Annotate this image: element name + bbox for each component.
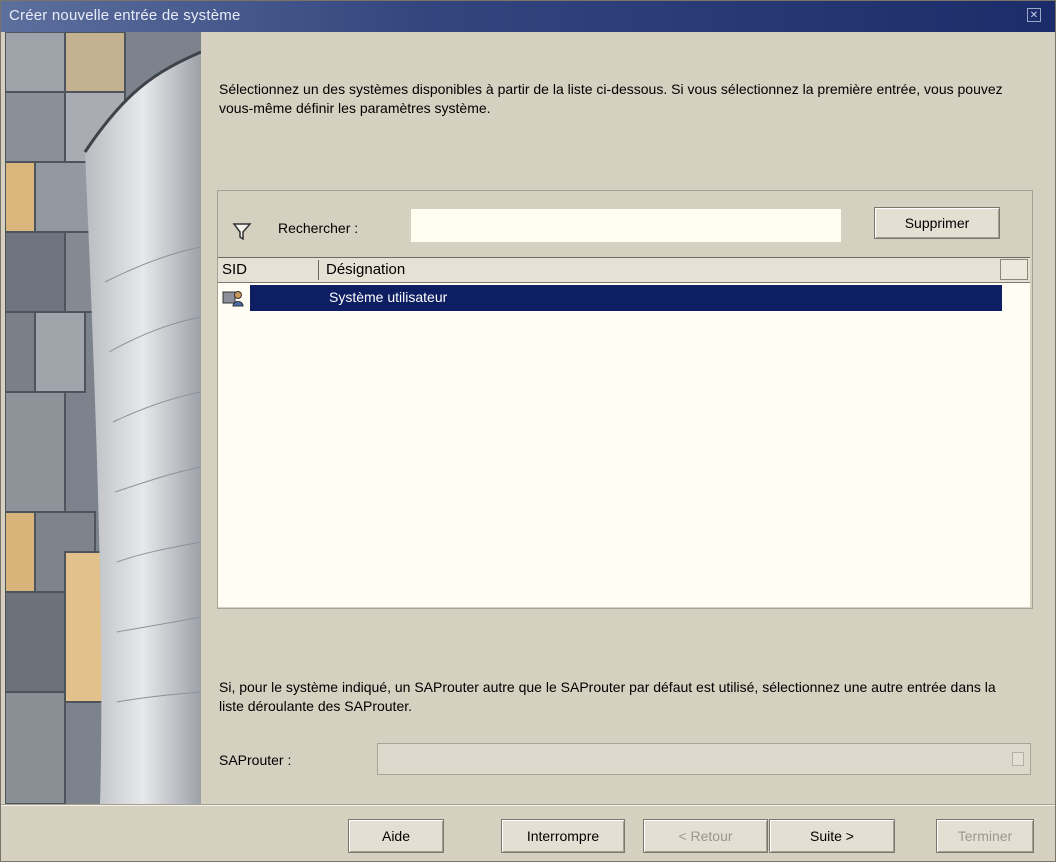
table-row[interactable]: Système utilisateur [218, 285, 1004, 311]
side-banner-graphic [5, 32, 201, 804]
window-title: Créer nouvelle entrée de système [9, 7, 241, 24]
column-header-sid[interactable]: SID [222, 261, 247, 278]
next-button[interactable]: Suite > [769, 819, 895, 853]
column-header-designation[interactable]: Désignation [326, 261, 405, 278]
dropdown-icon[interactable] [1012, 752, 1024, 766]
title-bar: Créer nouvelle entrée de système ✕ [1, 1, 1055, 32]
filter-icon [232, 222, 252, 242]
system-list[interactable]: SID Désignation Système utilisateur [218, 257, 1030, 607]
user-system-icon [222, 289, 244, 307]
back-button[interactable]: < Retour [643, 819, 768, 853]
search-input[interactable] [411, 209, 841, 242]
close-icon[interactable]: ✕ [1027, 8, 1041, 22]
intro-text: Sélectionnez un des systèmes disponibles… [219, 81, 1003, 116]
search-label: Rechercher : [278, 220, 359, 236]
column-chooser-button[interactable] [1000, 259, 1028, 280]
help-button[interactable]: Aide [348, 819, 444, 853]
finish-button[interactable]: Terminer [936, 819, 1034, 853]
row-designation: Système utilisateur [329, 289, 448, 305]
footer-divider-highlight [1, 805, 1055, 806]
list-header: SID Désignation [218, 258, 1030, 283]
side-banner-image [5, 32, 201, 804]
dialog-window: Créer nouvelle entrée de système ✕ Sélec… [0, 0, 1056, 862]
column-divider[interactable] [318, 260, 319, 280]
cancel-button[interactable]: Interrompre [501, 819, 625, 853]
saprouter-dropdown[interactable] [377, 743, 1031, 775]
saprouter-label: SAProuter : [219, 752, 292, 768]
system-selection-panel: Rechercher : Supprimer SID Désignation S… [217, 190, 1033, 609]
wizard-content: Sélectionnez un des systèmes disponibles… [201, 32, 1055, 804]
saprouter-info-text: Si, pour le système indiqué, un SAProute… [219, 679, 996, 714]
delete-button[interactable]: Supprimer [874, 207, 1000, 239]
